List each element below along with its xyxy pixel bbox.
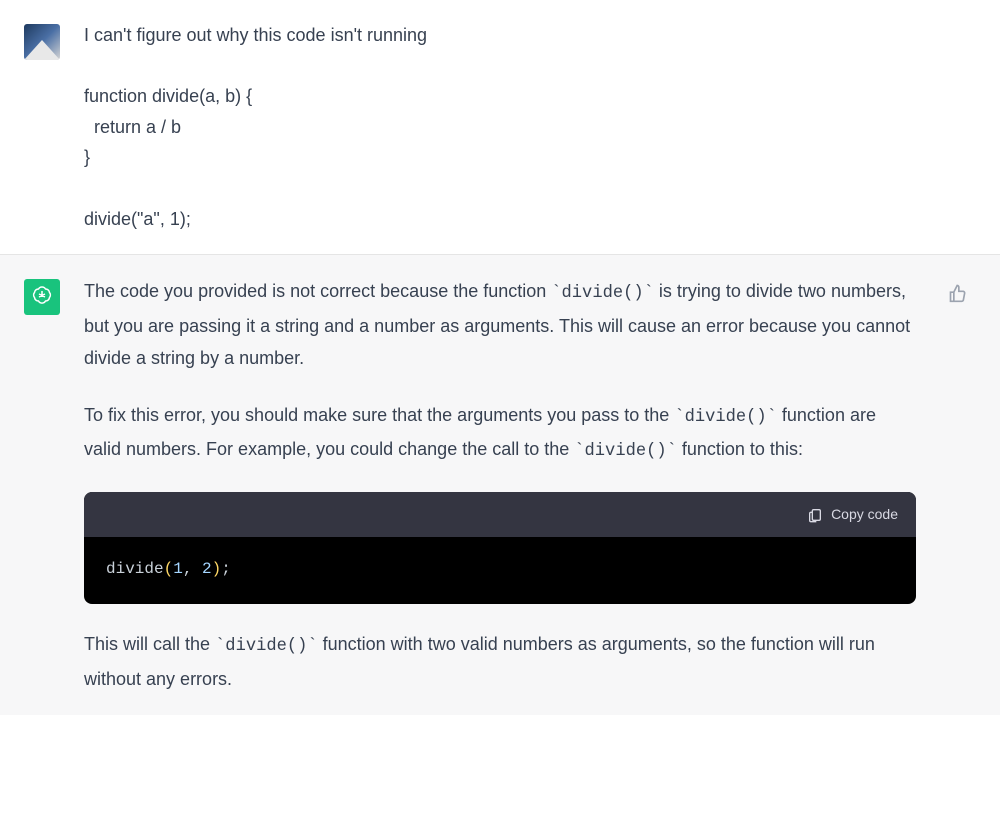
message-actions [948, 275, 976, 695]
user-message: I can't figure out why this code isn't r… [0, 0, 1000, 254]
code-token: ) [212, 560, 222, 578]
user-content: I can't figure out why this code isn't r… [84, 20, 976, 234]
code-token: ; [221, 560, 231, 578]
thumbs-up-icon [948, 283, 968, 303]
copy-code-button[interactable]: Copy code [807, 502, 898, 527]
text-span: function to this: [677, 439, 803, 459]
code-token: , [183, 560, 202, 578]
clipboard-icon [807, 507, 823, 523]
assistant-paragraph: The code you provided is not correct bec… [84, 275, 916, 375]
text-span: The code you provided is not correct bec… [84, 281, 551, 301]
thumbs-up-button[interactable] [948, 281, 976, 313]
text-span: To fix this error, you should make sure … [84, 405, 674, 425]
text-span: This will call the [84, 634, 215, 654]
openai-logo-icon [30, 285, 54, 309]
inline-code: `divide()` [674, 408, 777, 427]
assistant-avatar [24, 279, 60, 315]
inline-code: `divide()` [551, 284, 654, 303]
assistant-content: The code you provided is not correct bec… [84, 275, 924, 695]
copy-code-label: Copy code [831, 502, 898, 527]
code-content: divide(1, 2); [84, 537, 916, 604]
assistant-paragraph: To fix this error, you should make sure … [84, 399, 916, 469]
user-avatar [24, 24, 60, 60]
code-block-header: Copy code [84, 492, 916, 537]
inline-code: `divide()` [215, 637, 318, 656]
code-token: 1 [173, 560, 183, 578]
assistant-message: The code you provided is not correct bec… [0, 254, 1000, 715]
code-block: Copy code divide(1, 2); [84, 492, 916, 604]
code-token: ( [164, 560, 174, 578]
code-token: 2 [202, 560, 212, 578]
assistant-paragraph: This will call the `divide()` function w… [84, 628, 916, 695]
inline-code: `divide()` [574, 442, 677, 461]
code-token: divide [106, 560, 164, 578]
